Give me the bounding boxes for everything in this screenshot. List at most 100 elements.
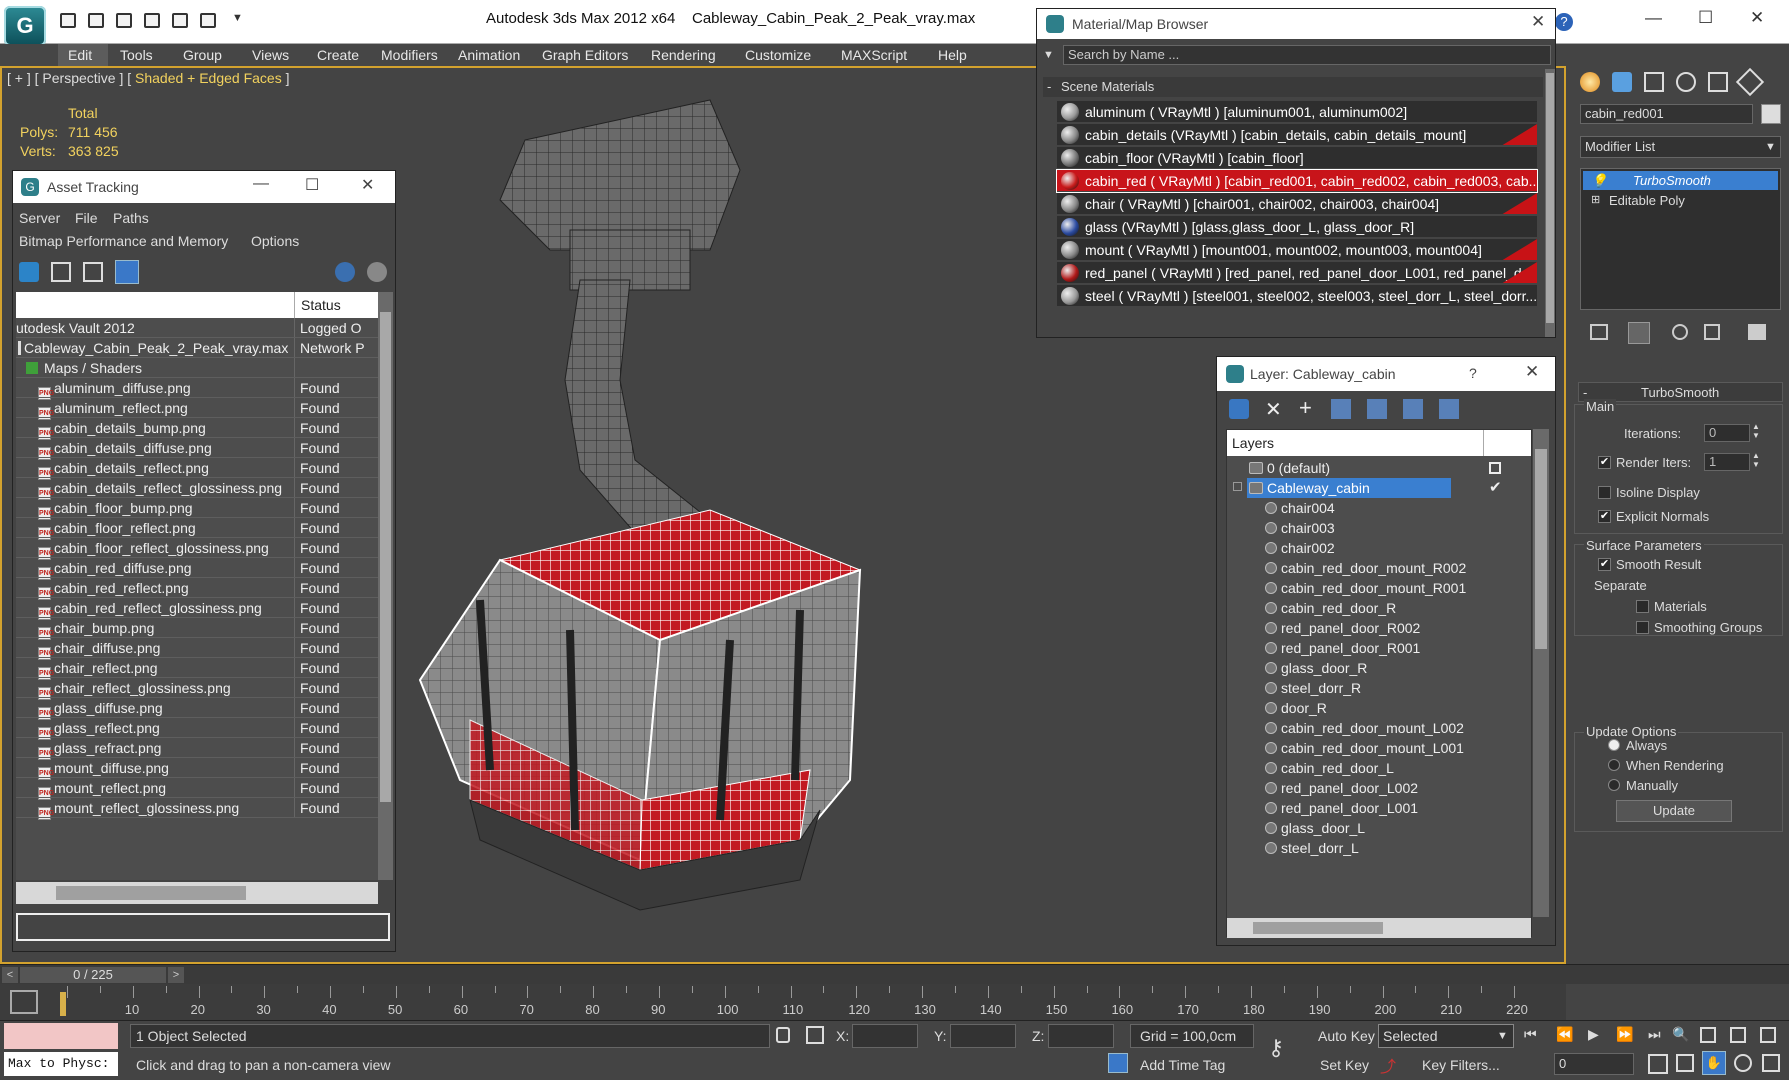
select-objects-in-layer-icon[interactable]	[1331, 399, 1351, 419]
hierarchy-tab-icon[interactable]	[1644, 72, 1664, 92]
material-item[interactable]: cabin_floor (VRayMtl ) [cabin_floor]	[1057, 147, 1537, 169]
zoom-all-icon[interactable]	[1700, 1027, 1716, 1043]
play-icon[interactable]: ▶	[1588, 1026, 1599, 1043]
material-item[interactable]: chair ( VRayMtl ) [chair001, chair002, c…	[1057, 193, 1537, 215]
expand-plus-icon[interactable]: ⊞	[1591, 191, 1600, 210]
explicit-normals-checkbox[interactable]: ✔	[1598, 510, 1611, 523]
selection-set-dropdown[interactable]: Selected ▼	[1378, 1024, 1514, 1048]
asset-menu-file[interactable]: File	[75, 210, 98, 226]
isoline-display-checkbox[interactable]	[1598, 486, 1611, 499]
update-always-radio[interactable]	[1608, 739, 1620, 751]
asset-row[interactable]: PNGchair_diffuse.png Found	[16, 638, 378, 660]
hide-all-layers-icon[interactable]	[1403, 399, 1423, 419]
modifier-stack[interactable]: 💡 TurboSmooth ⊞ Editable Poly	[1580, 168, 1781, 310]
turbosmooth-rollout-toggle[interactable]: -	[1583, 385, 1587, 400]
pin-stack-icon[interactable]	[1590, 324, 1608, 340]
maximize-viewport-icon[interactable]	[1762, 1054, 1780, 1072]
layer-object-row[interactable]: red_panel_door_R001	[1265, 638, 1420, 658]
menu-views[interactable]: Views	[252, 47, 289, 63]
asset-status-column-header[interactable]: Status	[301, 297, 341, 313]
viewport-shading-mode[interactable]: Shaded + Edged Faces	[135, 70, 282, 86]
time-slider[interactable]: < 0 / 225 >	[0, 964, 1789, 984]
smooth-result-checkbox[interactable]: ✔	[1598, 558, 1611, 571]
render-iters-spinner[interactable]: 1	[1704, 453, 1750, 471]
asset-tracking-titlebar[interactable]: G Asset Tracking — ☐ ✕	[13, 171, 395, 203]
zoom-icon[interactable]: 🔍	[1672, 1026, 1689, 1043]
scene-materials-list[interactable]: aluminum ( VRayMtl ) [aluminum001, alumi…	[1056, 101, 1538, 311]
update-button[interactable]: Update	[1616, 800, 1732, 822]
material-item[interactable]: glass (VRayMtl ) [glass,glass_door_L, gl…	[1057, 216, 1537, 238]
detail-view-icon[interactable]	[83, 262, 103, 282]
layer-explorer-titlebar[interactable]: Layer: Cableway_cabin ? ✕	[1217, 357, 1555, 391]
menu-modifiers[interactable]: Modifiers	[381, 47, 438, 63]
asset-tracking-close-icon[interactable]: ✕	[361, 175, 374, 195]
layer-object-row[interactable]: red_panel_door_L001	[1265, 798, 1418, 818]
asset-row[interactable]: utodesk Vault 2012 Logged O	[16, 318, 378, 338]
menu-animation[interactable]: Animation	[458, 47, 520, 63]
asset-row[interactable]: PNGcabin_details_reflect_glossiness.png F…	[16, 478, 378, 500]
asset-row[interactable]: PNGcabin_floor_reflect_glossiness.png Fou…	[16, 538, 378, 560]
render-iters-checkbox[interactable]: ✔	[1598, 456, 1611, 469]
asset-row[interactable]: PNGcabin_details_bump.png Found	[16, 418, 378, 440]
layer-object-row[interactable]: door_R	[1265, 698, 1327, 718]
iterations-spinner[interactable]: 0	[1704, 424, 1750, 442]
delete-layer-icon[interactable]: ✕	[1265, 397, 1282, 422]
asset-row[interactable]: PNGaluminum_diffuse.png Found	[16, 378, 378, 400]
new-layer-icon[interactable]	[1229, 399, 1249, 419]
time-configuration-icon[interactable]	[1648, 1054, 1668, 1074]
menu-maxscript[interactable]: MAXScript	[841, 47, 907, 63]
layer-object-row[interactable]: cabin_red_door_mount_L002	[1265, 718, 1464, 738]
asset-menu-options[interactable]: Options	[251, 233, 299, 249]
collapse-layer-icon[interactable]	[1233, 482, 1242, 491]
asset-row[interactable]: PNGcabin_floor_reflect.png Found	[16, 518, 378, 540]
menu-graph-editors[interactable]: Graph Editors	[542, 47, 628, 63]
layer-explorer-help-icon[interactable]: ?	[1469, 365, 1477, 381]
time-slider-next-icon[interactable]: >	[168, 967, 184, 983]
create-tab-icon[interactable]	[1580, 72, 1600, 92]
maxscript-listener-bottom[interactable]: Max to Physc:	[4, 1052, 118, 1076]
undo-icon[interactable]	[116, 13, 132, 28]
layer-object-row[interactable]: cabin_red_door_mount_R001	[1265, 578, 1466, 598]
asset-row[interactable]: PNGchair_reflect_glossiness.png Found	[16, 678, 378, 700]
menu-edit[interactable]: Edit	[68, 47, 92, 63]
add-time-tag-button[interactable]: Add Time Tag	[1140, 1057, 1225, 1073]
set-key-button[interactable]: Set Key	[1320, 1057, 1369, 1073]
default-in-out-tangents-icon[interactable]: ⤴	[1380, 1053, 1400, 1076]
material-item[interactable]: cabin_red ( VRayMtl ) [cabin_red001, cab…	[1056, 169, 1538, 193]
layer-row[interactable]: 0 (default)	[1249, 458, 1330, 478]
cable-car-model[interactable]	[380, 80, 1100, 940]
modifier-stack-turbosmooth[interactable]: 💡 TurboSmooth	[1583, 171, 1778, 190]
asset-menu-bitmap-performance[interactable]: Bitmap Performance and Memory	[19, 233, 228, 249]
track-bar[interactable]: 10 20 30 40 50 60 70 80 90 100 110 120 130 140 150 160 1…	[0, 984, 1566, 1020]
modify-tab-icon[interactable]	[1612, 72, 1632, 92]
pan-view-icon[interactable]: ✋	[1702, 1051, 1726, 1075]
object-color-swatch[interactable]	[1761, 104, 1781, 124]
asset-path-field[interactable]	[16, 913, 390, 941]
help-icon[interactable]: ?	[1555, 13, 1573, 31]
current-frame-field[interactable]: 0	[1554, 1053, 1634, 1075]
asset-tracking-maximize-icon[interactable]: ☐	[305, 175, 319, 195]
menu-help[interactable]: Help	[938, 47, 967, 63]
update-when-rendering-radio[interactable]	[1608, 759, 1620, 771]
layers-column-header[interactable]: Layers	[1232, 435, 1274, 451]
fetch-icon[interactable]	[200, 13, 216, 28]
show-end-result-icon[interactable]	[1628, 322, 1650, 344]
save-file-icon[interactable]	[88, 13, 104, 28]
material-browser-titlebar[interactable]: Material/Map Browser ✕	[1037, 9, 1555, 39]
y-coordinate-field[interactable]	[950, 1024, 1016, 1048]
material-item[interactable]: red_panel ( VRayMtl ) [red_panel, red_pa…	[1057, 262, 1537, 284]
configure-modifier-sets-icon[interactable]	[1748, 324, 1766, 340]
modifier-list-dropdown[interactable]: Modifier List ▼	[1580, 136, 1781, 158]
asset-row[interactable]: PNGmount_reflect_glossiness.png Found	[16, 798, 378, 820]
asset-menu-server[interactable]: Server	[19, 210, 60, 226]
zoom-extents-icon[interactable]	[1730, 1027, 1746, 1043]
current-layer-check-icon[interactable]: ✔	[1489, 478, 1502, 496]
iterations-spinner-arrows-icon[interactable]: ▲ ▼	[1752, 422, 1760, 440]
layer-explorer-close-icon[interactable]: ✕	[1525, 362, 1539, 382]
open-file-icon[interactable]	[60, 13, 76, 28]
quick-access-dropdown-icon[interactable]: ▼	[232, 12, 243, 24]
asset-row[interactable]: Cableway_Cabin_Peak_2_Peak_vray.max Netwo…	[16, 338, 378, 358]
go-to-start-icon[interactable]: ⏮	[1524, 1026, 1537, 1043]
material-item[interactable]: mount ( VRayMtl ) [mount001, mount002, m…	[1057, 239, 1537, 261]
asset-vertical-scrollbar[interactable]	[378, 292, 393, 880]
